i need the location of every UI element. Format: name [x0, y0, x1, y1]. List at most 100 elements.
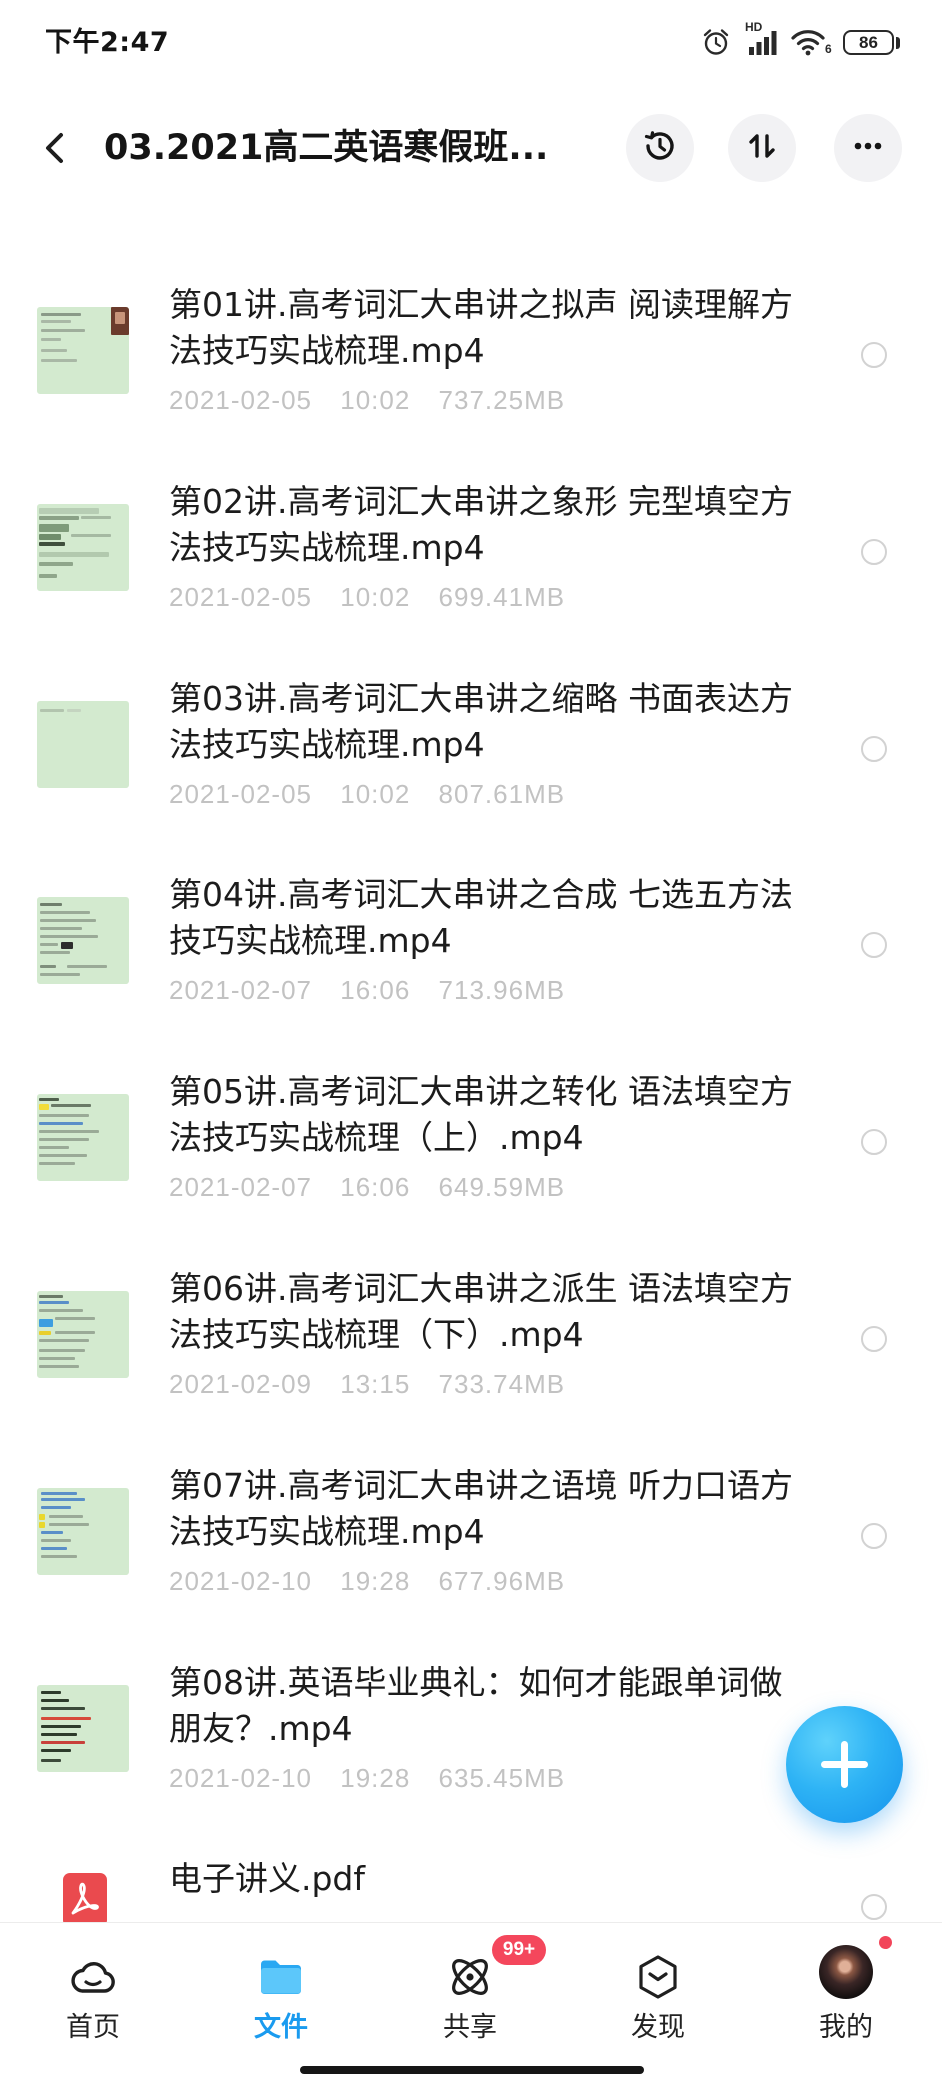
thumbnail-texture: [40, 935, 98, 939]
file-size: 807.61MB: [438, 778, 566, 809]
battery-icon: 86: [843, 30, 894, 55]
thumbnail-texture: [41, 1698, 69, 1702]
thumbnail-texture: [39, 1295, 63, 1298]
status-time: 下午2:47: [45, 27, 170, 58]
thumbnail-texture: [39, 523, 69, 532]
file-name: 电子讲义.pdf: [169, 1859, 366, 1899]
thumbnail-texture: [39, 551, 109, 557]
nav-item-discover[interactable]: 发现: [588, 1923, 728, 2063]
file-name: 第05讲.高考词汇大串讲之转化 语法填空方法技巧实战梳理（上）.mp4: [169, 1072, 793, 1158]
file-date: 2021-02-07: [169, 975, 312, 1006]
sort-button[interactable]: [728, 114, 796, 182]
select-radio[interactable]: [861, 538, 887, 565]
video-thumbnail: [37, 1094, 129, 1182]
nav-label-files: 文件: [254, 2012, 308, 2043]
thumbnail-texture: [39, 1130, 99, 1134]
thumbnail-texture: [39, 561, 73, 566]
thumbnail-texture: [41, 1690, 61, 1694]
file-size: 713.96MB: [438, 975, 566, 1006]
thumbnail-texture: [39, 1365, 79, 1368]
discover-icon: [632, 1951, 684, 2003]
file-row[interactable]: 电子讲义.pdf: [0, 1834, 942, 1922]
thumbnail-texture: [41, 1748, 71, 1752]
select-radio[interactable]: [861, 1129, 887, 1156]
file-size: 649.59MB: [438, 1172, 566, 1203]
nav-item-files[interactable]: 文件: [211, 1923, 351, 2063]
thumbnail-texture: [39, 1521, 45, 1528]
cellular-signal-icon: HD: [742, 21, 778, 57]
select-radio[interactable]: [861, 932, 887, 959]
thumbnail-texture: [55, 1331, 95, 1334]
file-meta: 2021-02-07 16:06 649.59MB: [169, 1171, 585, 1203]
thumbnail-texture: [39, 515, 79, 520]
select-radio[interactable]: [861, 1522, 887, 1549]
select-radio[interactable]: [861, 342, 887, 368]
file-row[interactable]: 第04讲.高考词汇大串讲之合成 七选五方法技巧实战梳理.mp4 2021-02-…: [0, 850, 942, 1046]
file-row[interactable]: 第06讲.高考词汇大串讲之派生 语法填空方法技巧实战梳理（下）.mp4 2021…: [0, 1244, 942, 1440]
thumbnail-texture: [39, 1162, 75, 1166]
thumbnail-texture: [61, 942, 73, 950]
battery-level: 86: [859, 32, 878, 52]
file-list: 第01讲.高考词汇大串讲之拟声 阅读理解方法技巧实战梳理.mp4 2021-02…: [0, 260, 942, 1922]
file-size: 677.96MB: [438, 1565, 566, 1596]
nav-label-share: 共享: [443, 2012, 497, 2043]
file-name: 第08讲.英语毕业典礼：如何才能跟单词做朋友？.mp4: [169, 1662, 783, 1748]
back-arrow-icon[interactable]: [40, 126, 72, 170]
file-meta: 2021-02-05 10:02 699.41MB: [169, 581, 585, 613]
thumbnail-texture: [39, 1349, 85, 1352]
thumbnail-texture: [40, 951, 70, 955]
file-size: 699.41MB: [438, 581, 566, 612]
thumbnail-texture: [39, 573, 57, 578]
file-name: 第03讲.高考词汇大串讲之缩略 书面表达方法技巧实战梳理.mp4: [169, 678, 793, 764]
file-row[interactable]: 第02讲.高考词汇大串讲之象形 完型填空方法技巧实战梳理.mp4 2021-02…: [0, 457, 942, 653]
alarm-icon: [701, 27, 731, 57]
thumbnail-texture: [39, 1146, 69, 1150]
nav-item-home[interactable]: 首页: [23, 1923, 163, 2063]
thumbnail-texture: [71, 533, 111, 537]
thumbnail-texture: [41, 1505, 71, 1509]
nav-label-home: 首页: [66, 2012, 120, 2043]
thumbnail-texture: [41, 349, 67, 352]
file-row[interactable]: 第07讲.高考词汇大串讲之语境 听力口语方法技巧实战梳理.mp4 2021-02…: [0, 1441, 942, 1637]
video-thumbnail: [37, 700, 129, 788]
more-button[interactable]: [834, 114, 902, 182]
nav-item-me[interactable]: 我的: [776, 1923, 916, 2063]
status-bar: 下午2:47 HD 6 86: [0, 0, 942, 86]
plus-icon-vertical: [841, 1741, 848, 1788]
file-name: 第02讲.高考词汇大串讲之象形 完型填空方法技巧实战梳理.mp4: [169, 481, 793, 567]
nav-label-me: 我的: [819, 2012, 873, 2043]
thumbnail-texture: [39, 1357, 75, 1360]
add-fab-button[interactable]: [786, 1706, 903, 1823]
thumbnail-texture: [41, 1497, 85, 1501]
select-radio[interactable]: [861, 1894, 887, 1921]
thumbnail-texture: [41, 1732, 77, 1736]
thumbnail-texture: [41, 1538, 71, 1542]
file-row[interactable]: 第01讲.高考词汇大串讲之拟声 阅读理解方法技巧实战梳理.mp4 2021-02…: [0, 260, 942, 456]
select-radio[interactable]: [861, 735, 887, 762]
history-button[interactable]: [626, 114, 694, 182]
thumbnail-texture: [39, 507, 99, 514]
file-row[interactable]: 第05讲.高考词汇大串讲之转化 语法填空方法技巧实战梳理（上）.mp4 2021…: [0, 1047, 942, 1243]
file-meta: 2021-02-10 19:28 635.45MB: [169, 1762, 585, 1794]
thumbnail-texture: [39, 1301, 69, 1304]
file-date: 2021-02-10: [169, 1565, 312, 1596]
file-meta: 2021-02-10 19:28 677.96MB: [169, 1565, 585, 1597]
battery-nub: [896, 37, 900, 49]
file-date: 2021-02-07: [169, 1172, 312, 1203]
file-row[interactable]: 第03讲.高考词汇大串讲之缩略 书面表达方法技巧实战梳理.mp4 2021-02…: [0, 654, 942, 850]
thumbnail-texture: [55, 1317, 95, 1320]
nav-item-share[interactable]: 99+ 共享: [400, 1923, 546, 2063]
file-time: 16:06: [340, 1172, 411, 1203]
thumbnail-texture: [39, 1339, 89, 1342]
thumbnail-texture: [41, 1706, 85, 1710]
home-cloud-icon: [67, 1951, 119, 2003]
video-thumbnail: [37, 503, 129, 591]
video-thumbnail: [37, 307, 129, 394]
folder-title: 03.2021高二英语寒假班...: [104, 128, 549, 168]
home-indicator[interactable]: [300, 2066, 644, 2074]
select-radio[interactable]: [861, 1326, 887, 1352]
thumbnail-texture: [41, 1546, 67, 1550]
file-meta: 2021-02-05 10:02 807.61MB: [169, 778, 585, 810]
thumbnail-texture: [39, 1154, 87, 1158]
app-header: 03.2021高二英语寒假班...: [0, 98, 942, 198]
